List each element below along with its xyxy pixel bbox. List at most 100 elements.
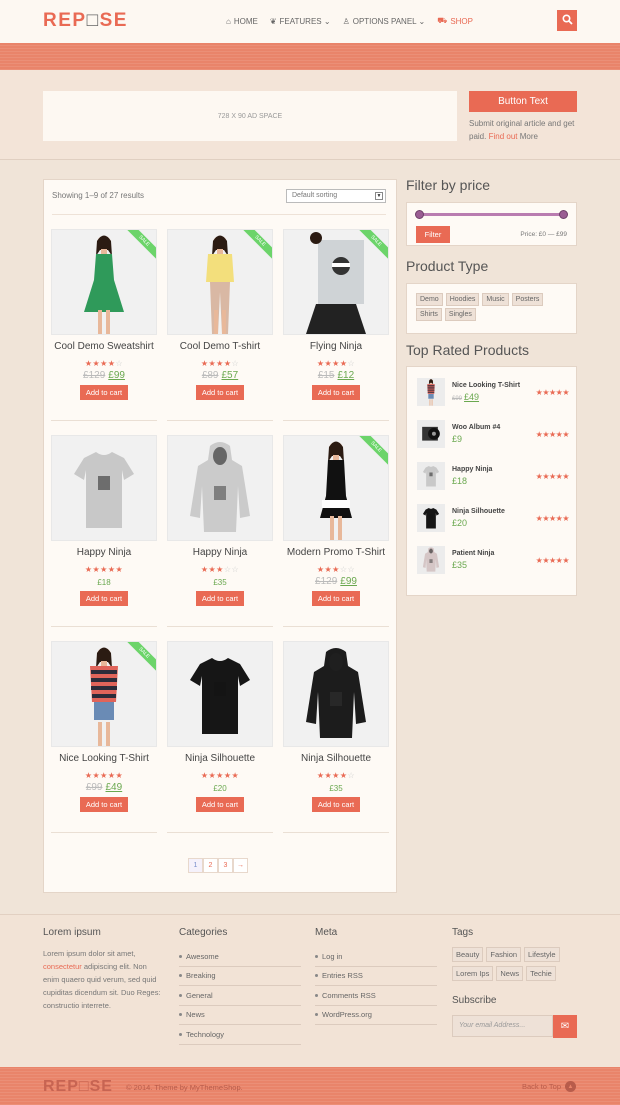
page-1[interactable]: 1 [188, 858, 203, 873]
tag-techie[interactable]: Techie [526, 966, 556, 981]
price-slider[interactable] [415, 210, 568, 219]
product-title[interactable]: Ninja Silhouette [283, 753, 389, 764]
tag-news[interactable]: News [496, 966, 524, 981]
add-to-cart-button[interactable]: Add to cart [311, 591, 361, 606]
top-rated-item[interactable]: Patient Ninja £35 ★★★★★ [417, 546, 570, 578]
top-rated-name[interactable]: Happy Ninja [452, 466, 492, 473]
back-to-top[interactable]: Back to Top ▲ [522, 1081, 576, 1092]
product-thumbnail[interactable] [417, 504, 445, 532]
subscribe-button[interactable]: ✉ [553, 1015, 577, 1038]
meta-link[interactable]: WordPress.org [315, 1006, 437, 1025]
product-thumbnail[interactable] [417, 378, 445, 406]
product-card[interactable]: SALE Cool Demo T-shirt ★★★★☆ £89 £57 Add … [167, 229, 273, 400]
page-2[interactable]: 2 [203, 858, 218, 873]
category-link[interactable]: Awesome [179, 947, 301, 967]
top-rated-item[interactable]: Happy Ninja £18 ★★★★★ [417, 462, 570, 494]
product-image[interactable]: SALE [51, 229, 157, 335]
cta-button[interactable]: Button Text [469, 91, 577, 112]
product-title[interactable]: Modern Promo T-Shirt [283, 547, 389, 558]
product-image[interactable] [51, 435, 157, 541]
nav-home[interactable]: ⌂ HOME [226, 16, 258, 26]
meta-link[interactable]: Comments RSS [315, 986, 437, 1006]
top-rated-name[interactable]: Patient Ninja [452, 550, 494, 557]
product-card[interactable]: Ninja Silhouette ★★★★★ £20 Add to cart [167, 641, 273, 812]
email-input[interactable]: Your email Address... [452, 1015, 553, 1037]
search-button[interactable] [557, 10, 577, 31]
category-link[interactable]: General [179, 986, 301, 1006]
add-to-cart-button[interactable]: Add to cart [79, 385, 129, 400]
product-image[interactable] [167, 641, 273, 747]
slider-max-handle[interactable] [559, 210, 568, 219]
type-posters[interactable]: Posters [511, 293, 544, 306]
product-thumbnail[interactable] [417, 546, 445, 574]
type-music[interactable]: Music [482, 293, 509, 306]
add-to-cart-button[interactable]: Add to cart [195, 591, 245, 606]
product-title[interactable]: Cool Demo T-shirt [167, 341, 273, 352]
tag-fashion[interactable]: Fashion [486, 947, 522, 962]
top-rated-item[interactable]: Nice Looking T-Shirt £99 £49 ★★★★★ [417, 378, 570, 410]
type-demo[interactable]: Demo [416, 293, 443, 306]
top-rated-name[interactable]: Woo Album #4 [452, 424, 500, 431]
product-thumbnail[interactable] [417, 420, 445, 448]
tag-lifestyle[interactable]: Lifestyle [524, 947, 560, 962]
product-card[interactable]: SALE Flying Ninja ★★★★☆ £15 £12 Add to ca… [283, 229, 389, 400]
footer-logo[interactable]: REP□SE [43, 1078, 113, 1096]
product-card[interactable]: Ninja Silhouette ★★★★☆ £35 Add to cart [283, 641, 389, 812]
page-3[interactable]: 3 [218, 858, 233, 873]
add-to-cart-button[interactable]: Add to cart [311, 385, 361, 400]
nav-features[interactable]: ❦ FEATURES ⌄ [270, 16, 331, 26]
product-title[interactable]: Nice Looking T-Shirt [51, 753, 157, 764]
type-shirts[interactable]: Shirts [416, 308, 442, 321]
product-card[interactable]: SALE Modern Promo T-Shirt ★★★☆☆ £129 £99 … [283, 435, 389, 606]
type-hoodies[interactable]: Hoodies [445, 293, 480, 306]
product-title[interactable]: Flying Ninja [283, 341, 389, 352]
bullet-icon [179, 1013, 182, 1017]
top-rated-name[interactable]: Ninja Silhouette [452, 508, 505, 515]
product-title[interactable]: Cool Demo Sweatshirt [51, 341, 157, 352]
product-card[interactable]: Happy Ninja ★★★☆☆ £35 Add to cart [167, 435, 273, 606]
slider-min-handle[interactable] [415, 210, 424, 219]
category-link[interactable]: Technology [179, 1025, 301, 1045]
rating-stars: ★★★★★ [535, 430, 570, 439]
tag-beauty[interactable]: Beauty [452, 947, 484, 962]
category-link[interactable]: News [179, 1006, 301, 1025]
add-to-cart-button[interactable]: Add to cart [195, 797, 245, 812]
nav-options-panel[interactable]: ♙ OPTIONS PANEL ⌄ [343, 16, 426, 26]
meta-link[interactable]: Entries RSS [315, 967, 437, 986]
sorting-select[interactable]: Default sorting ▼ [286, 189, 386, 203]
product-image[interactable] [283, 641, 389, 747]
product-card[interactable]: SALE Nice Looking T-Shirt ★★★★★ £99 £49 A… [51, 641, 157, 812]
site-logo[interactable]: REP□SE [43, 10, 128, 32]
add-to-cart-button[interactable]: Add to cart [79, 797, 129, 812]
add-to-cart-button[interactable]: Add to cart [195, 385, 245, 400]
product-title[interactable]: Happy Ninja [167, 547, 273, 558]
next-page[interactable]: → [233, 858, 248, 873]
meta-link[interactable]: Log in [315, 947, 437, 967]
product-image[interactable] [167, 435, 273, 541]
product-image[interactable]: SALE [51, 641, 157, 747]
product-card[interactable]: Happy Ninja ★★★★★ £18 Add to cart [51, 435, 157, 606]
product-image[interactable]: SALE [283, 229, 389, 335]
product-card[interactable]: SALE Cool Demo Sweatshirt ★★★★☆ £129 £99 … [51, 229, 157, 400]
ad-band: 728 X 90 AD SPACE Button Text Submit ori… [0, 70, 620, 160]
product-image[interactable]: SALE [283, 435, 389, 541]
top-rated-item[interactable]: Woo Album #4 £9 ★★★★★ [417, 420, 570, 452]
add-to-cart-button[interactable]: Add to cart [311, 797, 361, 812]
category-label: Awesome [186, 951, 219, 961]
category-link[interactable]: Breaking [179, 967, 301, 986]
product-image[interactable]: SALE [167, 229, 273, 335]
add-to-cart-button[interactable]: Add to cart [79, 591, 129, 606]
ad-space[interactable]: 728 X 90 AD SPACE [43, 91, 457, 141]
filter-button[interactable]: Filter [416, 226, 450, 243]
type-singles[interactable]: Singles [444, 308, 476, 321]
product-thumbnail[interactable] [417, 462, 445, 490]
find-out-link[interactable]: Find out [489, 132, 518, 141]
about-link[interactable]: consectetur [43, 962, 82, 971]
nav-shop[interactable]: ⛟ SHOP [437, 16, 473, 26]
product-title[interactable]: Happy Ninja [51, 547, 157, 558]
top-rated-item[interactable]: Ninja Silhouette £20 ★★★★★ [417, 504, 570, 536]
product-title[interactable]: Ninja Silhouette [167, 753, 273, 764]
tag-lorem-ips[interactable]: Lorem Ips [452, 966, 494, 981]
top-rated-name[interactable]: Nice Looking T-Shirt [452, 382, 520, 389]
rating-stars: ★★★★☆ [316, 359, 356, 368]
